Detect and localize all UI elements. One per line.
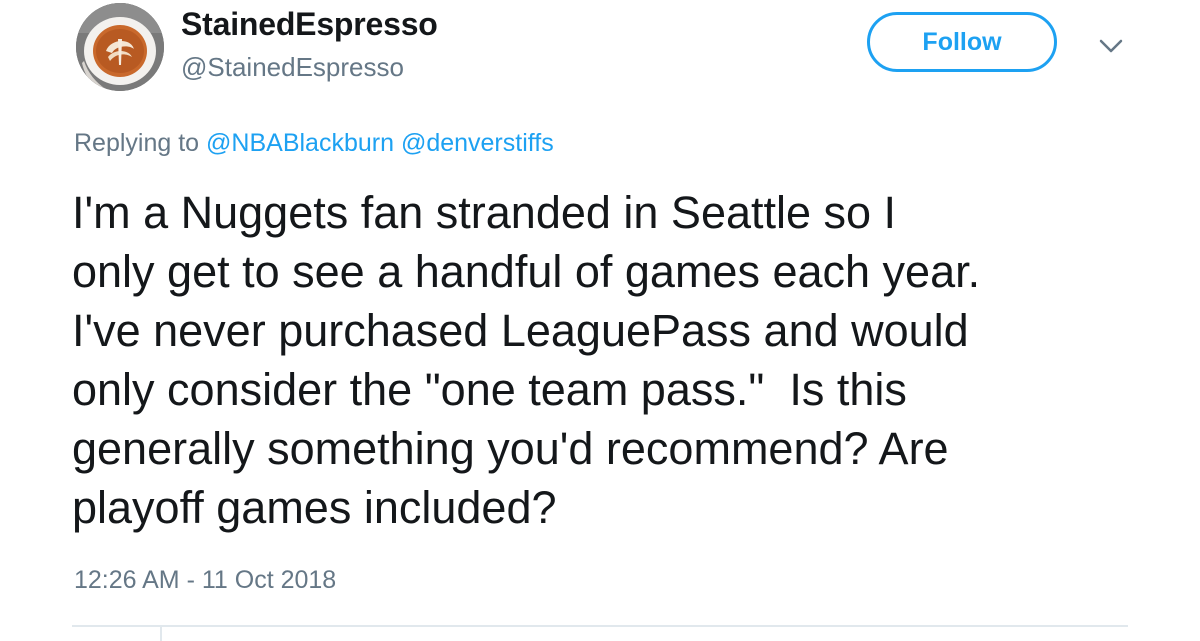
chevron-down-icon[interactable] — [1098, 36, 1124, 56]
avatar[interactable] — [76, 3, 164, 91]
tweet-text-line: generally something you'd recommend? Are — [72, 423, 949, 474]
tweet-text: I'm a Nuggets fan stranded in Seattle so… — [72, 183, 1162, 537]
tweet-text-line: I've never purchased LeaguePass and woul… — [72, 305, 969, 356]
follow-button[interactable]: Follow — [867, 12, 1057, 72]
tweet-text-line: I'm a Nuggets fan stranded in Seattle so… — [72, 187, 897, 238]
tweet-text-line: playoff games included? — [72, 482, 557, 533]
tweet-timestamp[interactable]: 12:26 AM - 11 Oct 2018 — [74, 566, 336, 595]
reply-prefix: Replying to — [74, 129, 200, 157]
author-display-name[interactable]: StainedEspresso — [181, 6, 438, 43]
mention-link[interactable]: @NBABlackburn — [206, 129, 394, 157]
reply-context: Replying to @NBABlackburn @denverstiffs — [74, 129, 554, 158]
tweet-text-line: only get to see a handful of games each … — [72, 246, 981, 297]
latte-art-cup-icon — [76, 3, 164, 91]
divider — [160, 625, 162, 641]
tweet-text-line: only consider the "one team pass." Is th… — [72, 364, 907, 415]
mention-link[interactable]: @denverstiffs — [401, 129, 554, 157]
author-handle[interactable]: @StainedEspresso — [181, 52, 404, 83]
divider — [72, 625, 1128, 627]
